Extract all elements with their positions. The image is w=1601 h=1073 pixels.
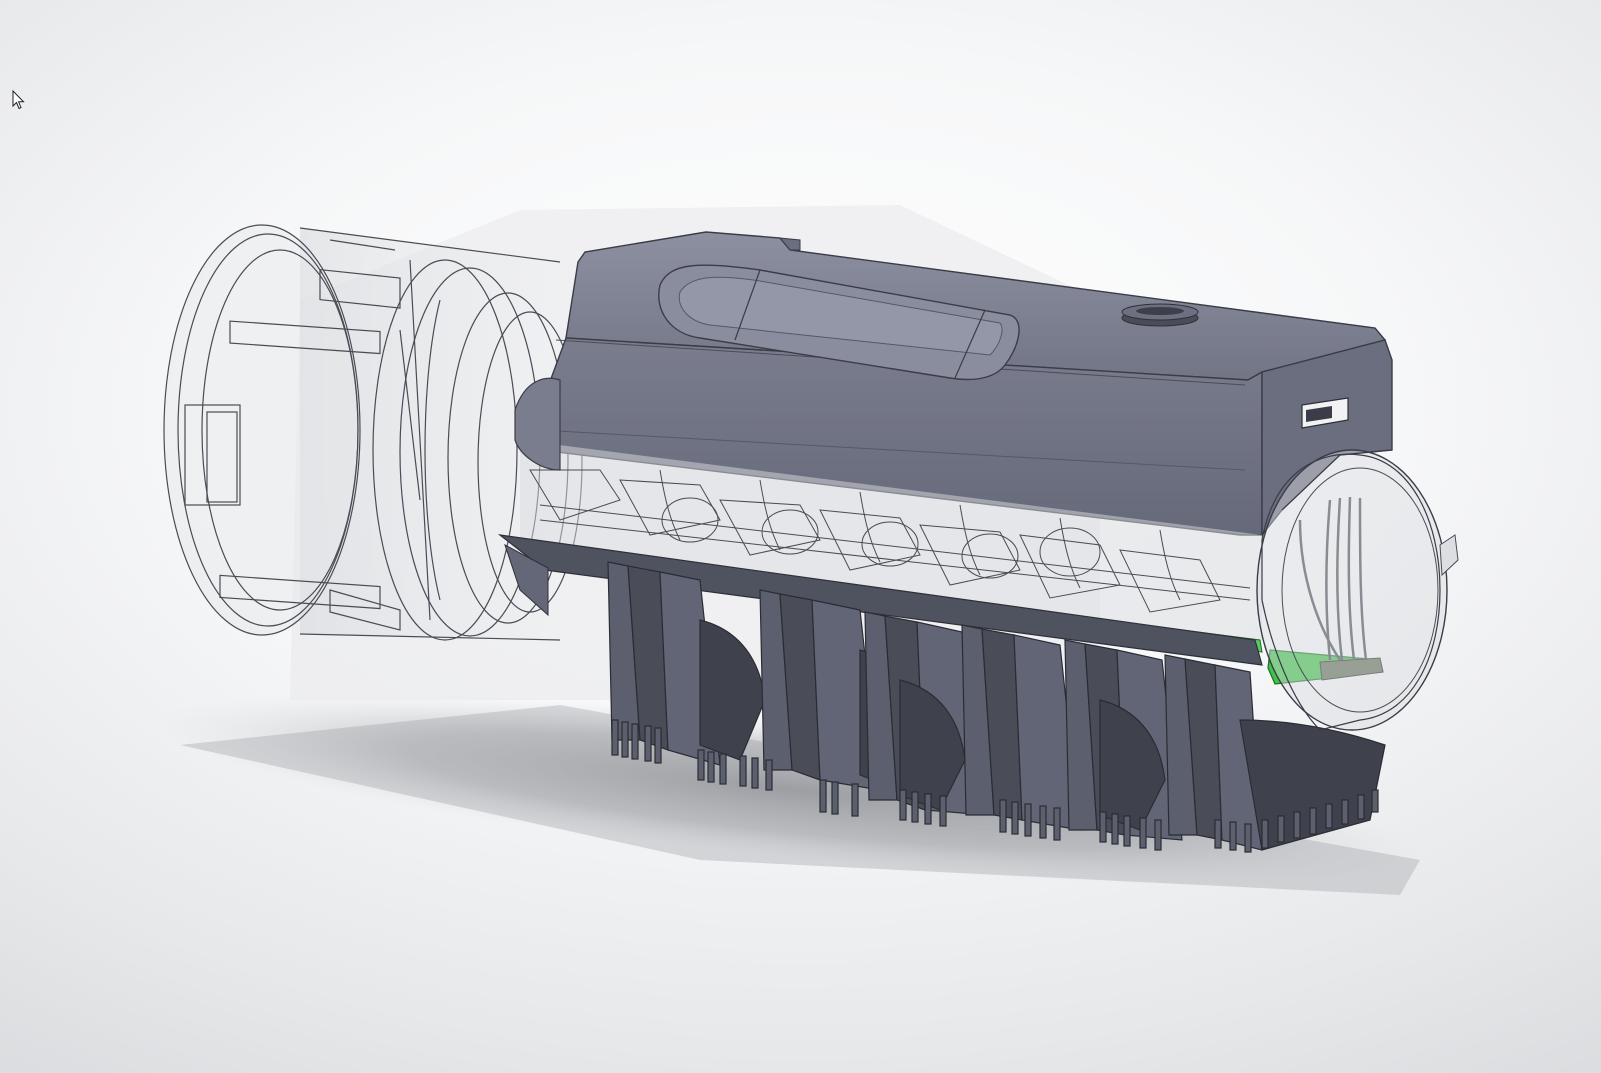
arrow-pointer-icon [12, 90, 25, 110]
cad-viewport[interactable] [0, 0, 1601, 1073]
top-knob[interactable] [1121, 303, 1199, 327]
cad-model-view[interactable] [0, 0, 1601, 1073]
comb-group-5 [1064, 639, 1183, 851]
end-window[interactable] [1256, 449, 1459, 731]
